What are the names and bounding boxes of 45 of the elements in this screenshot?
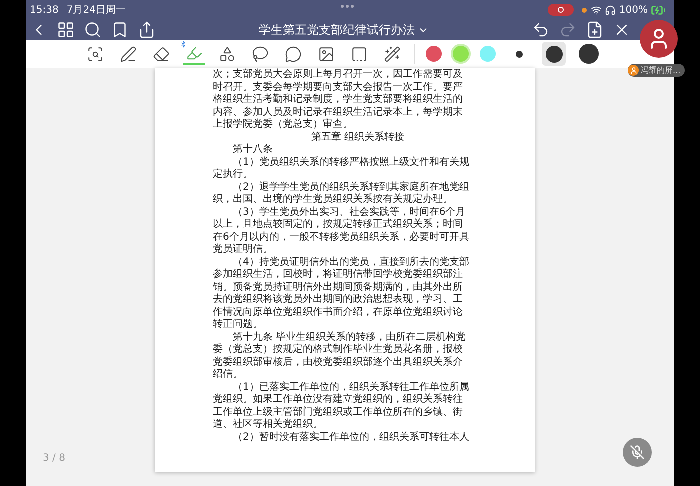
highlighter-icon [186, 44, 202, 62]
lasso-icon [252, 46, 268, 62]
text-box-icon [350, 46, 368, 62]
pen-icon [120, 46, 136, 62]
chapter-heading: 第五章 组织关系转接 [310, 132, 406, 144]
headphones-icon [605, 4, 616, 16]
document-paragraph: （1）已落实工作单位的，组织关系转往工作单位所属 党组织。如果工作单位没有建立党组织的，组织关系转往 工作单位上级主管部门党组织或工作单位所在的乡镇、街 道、社区等相关党组织。 [213, 382, 470, 432]
document-paragraph: 第十九条 毕业生组织关系的转移，由所在二层机构党 委（党总支）按规定的格式制作毕业生党员花名册，报校 党委组织部审核后，由校党委组织部逐个出具组织关系介 绍信。 [213, 332, 468, 382]
eraser-icon [152, 46, 170, 62]
page-indicator: 3 / 8 [43, 452, 66, 466]
share-tag-label: 冯耀的屏... [641, 64, 681, 76]
document-paragraph: 次；支部党员大会原则上每月召开一次，因工作需要可及 时召开。支委会每学期要向支部大会报告一次工作。要严 格组织生活考勤和记录制度，学生党支部要将组织生活的 内容、参加人员及时记录在组织生活记录本上，每学期末 上报学院党委（党总支）审查。 [213, 69, 464, 132]
status-date: 7月24日周一 [66, 4, 126, 18]
more-dots-icon [341, 5, 354, 8]
document-paragraph: 第十八条 [232, 144, 274, 156]
undo-icon [532, 21, 550, 39]
add-page-icon [586, 21, 604, 39]
document-title[interactable]: 学生第五党支部纪律试行办法 [259, 21, 429, 39]
document-paragraph: （4）持党员证明信外出的党员，直接到所去的党支部 参加组织生活，回校时，将证明信带回学校党委组织部注 销。预备党员持证明信外出期间预备期满的，由其外出所 去的党组织将该党员外出期间的政治思想表现，学习、工 作情况向原单位党组织作书面介绍，在原单位党组织讨论 转正问题。 [213, 256, 470, 332]
document-paragraph: （2）暂时没有落实工作单位的，组织关系可转往本人 [232, 432, 470, 444]
brush-size-button[interactable] [542, 42, 566, 66]
grid-icon [57, 21, 75, 39]
color-swatch[interactable] [426, 46, 442, 62]
image-icon [318, 46, 334, 62]
speech-bubble-icon [284, 46, 302, 62]
share-icon [138, 21, 156, 39]
zoom-icon [86, 46, 104, 62]
status-time: 15:38 [30, 4, 59, 18]
wifi-icon [591, 4, 602, 16]
shapes-icon [218, 46, 236, 62]
wand-icon [384, 46, 400, 62]
document-paragraph: （1）党员组织关系的转移严格按照上级文件和有关规 定执行。 [213, 156, 470, 182]
redo-icon [559, 21, 577, 39]
highlighter-tool[interactable] [183, 43, 205, 65]
bluetooth-icon [180, 41, 187, 48]
color-swatch[interactable] [453, 46, 469, 62]
document-paragraph: （3）学生党员外出实习、社会实践等，时间在6个月 以上，且地点较固定的，按规定转移正式组织关系；时间 在6个月以内的，一般不转移党员组织关系，必要时可开具 党员证明信。 [213, 206, 470, 256]
document-paragraph: （2）退学学生党员的组织关系转到其家庭所在地党组 织，出国、出境的学生党员组织关系按有关规定办理。 [213, 182, 470, 206]
recording-icon [548, 4, 574, 16]
mute-button[interactable] [623, 438, 652, 467]
bookmark-icon [111, 21, 129, 39]
battery-percent: 100% [619, 4, 648, 18]
color-swatch[interactable] [480, 46, 496, 62]
search-icon [84, 21, 102, 39]
mic-off-icon [630, 445, 645, 460]
